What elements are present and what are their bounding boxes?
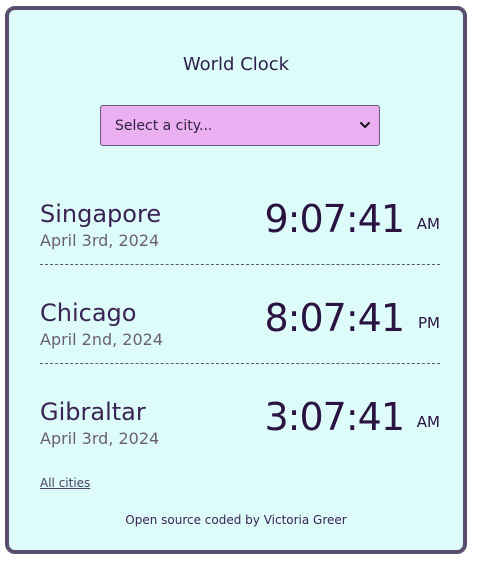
city-time: 8:07:41 bbox=[264, 296, 405, 340]
footer-credit: Open source coded by Victoria Greer bbox=[125, 513, 347, 527]
city-ampm: PM bbox=[418, 314, 440, 332]
chevron-down-icon bbox=[359, 120, 371, 132]
city-row-gibraltar: Gibraltar April 3rd, 2024 3:07:41 AM bbox=[40, 395, 440, 478]
divider bbox=[40, 363, 440, 364]
city-time: 3:07:41 bbox=[264, 395, 405, 439]
city-date: April 3rd, 2024 bbox=[40, 429, 160, 448]
all-cities-link[interactable]: All cities bbox=[40, 476, 90, 490]
city-name: Chicago bbox=[40, 299, 137, 327]
world-clock-card: World Clock Select a city... Singapore A… bbox=[5, 6, 467, 554]
city-date: April 3rd, 2024 bbox=[40, 231, 160, 250]
city-row-chicago: Chicago April 2nd, 2024 8:07:41 PM bbox=[40, 296, 440, 379]
city-row-singapore: Singapore April 3rd, 2024 9:07:41 AM bbox=[40, 197, 440, 280]
divider bbox=[40, 264, 440, 265]
city-ampm: AM bbox=[416, 413, 440, 431]
city-ampm: AM bbox=[416, 215, 440, 233]
city-select[interactable]: Select a city... bbox=[100, 105, 380, 146]
city-name: Singapore bbox=[40, 200, 162, 228]
city-date: April 2nd, 2024 bbox=[40, 330, 164, 349]
city-select-label: Select a city... bbox=[115, 117, 213, 134]
city-time: 9:07:41 bbox=[264, 197, 405, 241]
city-name: Gibraltar bbox=[40, 398, 146, 426]
page-title: World Clock bbox=[182, 54, 290, 75]
